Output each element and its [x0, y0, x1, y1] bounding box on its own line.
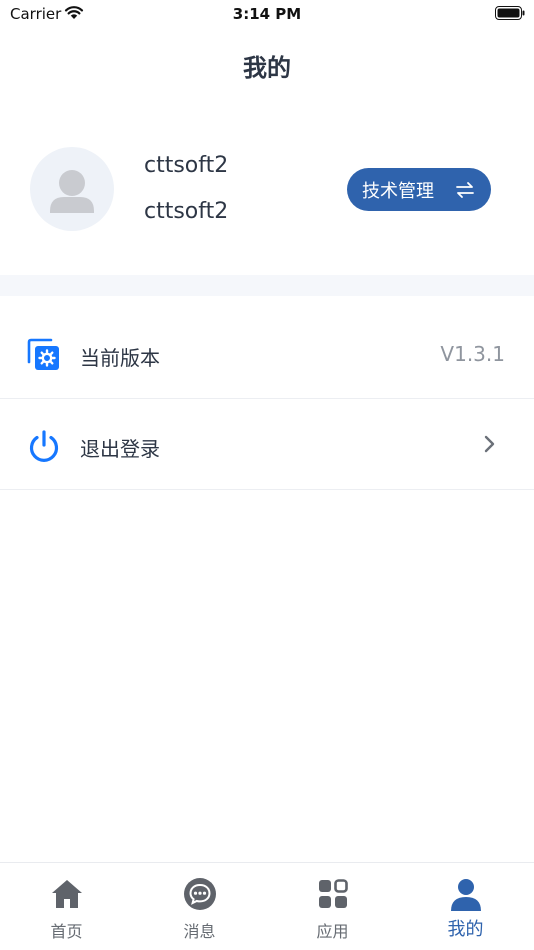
- version-value: V1.3.1: [440, 342, 505, 366]
- tab-bar: 首页 消息 应用 我的: [0, 862, 534, 950]
- version-row[interactable]: 当前版本 V1.3.1: [0, 308, 534, 399]
- version-icon: [27, 338, 59, 370]
- section-divider: [0, 275, 534, 296]
- battery-icon: [495, 6, 525, 20]
- user-icon: [450, 879, 481, 911]
- swap-icon: [456, 182, 474, 198]
- page-title: 我的: [243, 54, 291, 82]
- tab-apps-label: 应用: [316, 922, 349, 941]
- status-bar: Carrier 3:14 PM: [0, 0, 534, 28]
- tab-apps[interactable]: 应用: [266, 863, 399, 950]
- switch-role-label: 技术管理: [362, 180, 434, 202]
- user-placeholder-icon: [50, 170, 94, 213]
- logout-row[interactable]: 退出登录: [0, 399, 534, 490]
- tab-home[interactable]: 首页: [0, 863, 133, 950]
- switch-role-button[interactable]: 技术管理: [347, 168, 491, 211]
- chat-icon: [183, 878, 216, 910]
- home-icon: [51, 880, 82, 908]
- avatar[interactable]: [30, 147, 114, 231]
- logout-label: 退出登录: [80, 437, 160, 461]
- profile-name: cttsoft2: [144, 153, 229, 178]
- tab-home-label: 首页: [50, 922, 83, 941]
- tab-mine-label: 我的: [447, 919, 484, 940]
- status-time: 3:14 PM: [232, 5, 302, 23]
- profile-account: cttsoft2: [144, 199, 229, 224]
- power-icon: [29, 430, 59, 462]
- chevron-right-icon: [484, 435, 495, 453]
- apps-icon: [318, 879, 348, 908]
- version-label: 当前版本: [80, 346, 160, 370]
- tab-mine[interactable]: 我的: [399, 863, 532, 950]
- tab-messages-label: 消息: [183, 922, 216, 941]
- tab-messages[interactable]: 消息: [133, 863, 266, 950]
